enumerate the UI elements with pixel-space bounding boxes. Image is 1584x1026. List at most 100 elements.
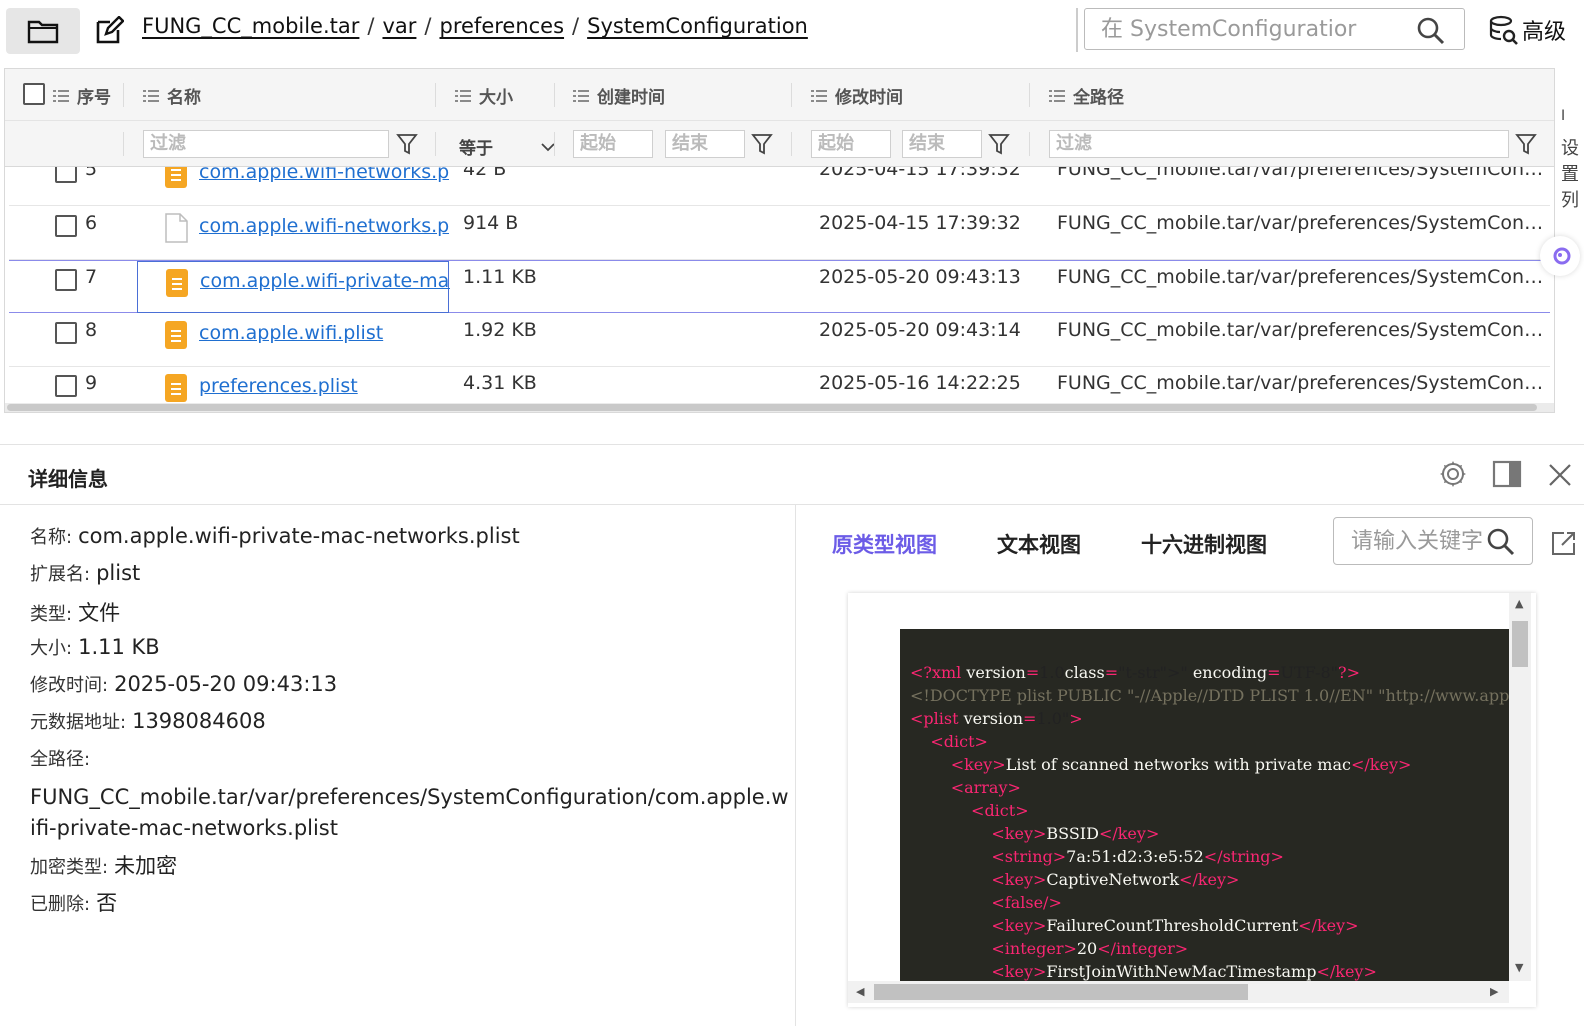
top-toolbar: FUNG_CC_mobile.tar / var / preferences /… xyxy=(0,0,1584,62)
file-name-link[interactable]: com.apple.wifi.plist xyxy=(199,322,449,344)
column-header-size[interactable]: 大小 xyxy=(455,83,513,108)
select-all-checkbox[interactable] xyxy=(23,83,45,105)
advanced-search-icon xyxy=(1489,15,1518,45)
split-panel-icon[interactable] xyxy=(1492,460,1522,488)
column-menu-icon[interactable] xyxy=(53,89,69,103)
breadcrumb-item-root[interactable]: FUNG_CC_mobile.tar xyxy=(142,14,359,38)
column-menu-icon[interactable] xyxy=(143,89,159,103)
column-header-fullpath[interactable]: 全路径 xyxy=(1049,83,1124,108)
file-name-link[interactable]: com.apple.wifi-networks.plist xyxy=(199,167,449,183)
size-operator-select[interactable]: 等于 xyxy=(459,134,555,159)
column-divider[interactable] xyxy=(123,83,124,107)
search-icon[interactable] xyxy=(1486,527,1516,557)
row-checkbox[interactable] xyxy=(55,167,77,183)
code-horizontal-scrollbar[interactable]: ◀ ▶ xyxy=(848,981,1509,1003)
scrollbar-thumb[interactable] xyxy=(1512,621,1528,667)
info-value-name: com.apple.wifi-private-mac-networks.plis… xyxy=(78,524,520,548)
table-horizontal-scrollbar[interactable] xyxy=(5,403,1554,412)
side-panel-edge-text[interactable]: 设 xyxy=(1561,134,1579,160)
folder-search-input[interactable] xyxy=(1085,9,1405,49)
row-checkbox[interactable] xyxy=(55,269,77,291)
tab-text-view[interactable]: 文本视图 xyxy=(997,529,1081,559)
scrollbar-thumb[interactable] xyxy=(874,984,1248,1000)
scroll-down-arrow-icon[interactable]: ▼ xyxy=(1515,961,1523,974)
chevron-down-icon xyxy=(541,142,555,151)
column-divider xyxy=(435,132,436,156)
name-cell[interactable]: com.apple.wifi-private-mac-networks.plis… xyxy=(137,261,450,313)
table-body: 5 com.apple.wifi-networks.plist 42 B 202… xyxy=(5,167,1554,405)
folder-button[interactable] xyxy=(6,8,80,54)
open-external-icon[interactable] xyxy=(1550,529,1576,557)
file-orange-icon xyxy=(165,321,187,349)
close-icon[interactable] xyxy=(1546,461,1574,489)
edit-icon[interactable] xyxy=(94,16,124,46)
column-menu-icon[interactable] xyxy=(811,89,827,103)
info-label-metadata-address: 元数据地址: xyxy=(30,712,127,733)
file-name-link[interactable]: com.apple.wifi-networks.plist xyxy=(199,215,449,237)
column-divider[interactable] xyxy=(791,83,792,107)
code-vertical-scrollbar[interactable]: ▲ ▼ xyxy=(1509,593,1531,981)
name-filter-input[interactable]: 过滤 xyxy=(143,130,389,158)
column-header-modified[interactable]: 修改时间 xyxy=(811,83,903,108)
scrollbar-thumb[interactable] xyxy=(7,404,1537,411)
created-end-input[interactable]: 结束 xyxy=(665,130,745,158)
side-panel-edge-text[interactable]: 列 xyxy=(1561,186,1579,212)
tab-native-view[interactable]: 原类型视图 xyxy=(832,529,937,559)
info-value-encryption: 未加密 xyxy=(114,854,178,878)
folder-icon xyxy=(27,20,59,44)
name-cell[interactable]: com.apple.wifi-networks.plist xyxy=(137,207,449,259)
name-cell[interactable]: com.apple.wifi-networks.plist xyxy=(137,167,449,205)
filter-icon[interactable] xyxy=(988,132,1010,156)
panel-divider[interactable] xyxy=(795,505,796,1026)
column-header-name[interactable]: 名称 xyxy=(143,83,201,108)
column-menu-icon[interactable] xyxy=(1049,89,1065,103)
scroll-right-arrow-icon[interactable]: ▶ xyxy=(1490,985,1498,998)
file-name-link[interactable]: preferences.plist xyxy=(199,375,449,397)
gear-icon[interactable] xyxy=(1438,459,1468,489)
breadcrumb-item-var[interactable]: var xyxy=(382,14,416,38)
file-size: 1.92 KB xyxy=(463,319,537,341)
column-header-created[interactable]: 创建时间 xyxy=(573,83,665,108)
code-content[interactable]: <?xml version=1.0class="t-str">" encodin… xyxy=(900,629,1509,981)
table-row[interactable]: 9 preferences.plist 4.31 KB 2025-05-16 1… xyxy=(9,367,1550,405)
file-blank-icon xyxy=(165,213,188,243)
filter-icon[interactable] xyxy=(751,132,773,156)
row-checkbox[interactable] xyxy=(55,322,77,344)
path-filter-input[interactable]: 过滤 xyxy=(1049,130,1509,158)
name-cell[interactable]: preferences.plist xyxy=(137,367,449,405)
scroll-left-arrow-icon[interactable]: ◀ xyxy=(856,985,864,998)
created-start-input[interactable]: 起始 xyxy=(573,130,653,158)
column-divider[interactable] xyxy=(435,83,436,107)
breadcrumb-item-systemconfiguration[interactable]: SystemConfiguration xyxy=(587,14,808,38)
table-row[interactable]: 6 com.apple.wifi-networks.plist 914 B 20… xyxy=(9,207,1550,260)
search-icon[interactable] xyxy=(1416,16,1446,46)
details-panel: 详细信息 名称: com.apple.wifi-private-mac-netwo… xyxy=(0,444,1584,1026)
code-line: <key>FailureCountThresholdCurrent</key> xyxy=(991,916,1359,935)
name-cell[interactable]: com.apple.wifi.plist xyxy=(137,314,449,366)
table-row[interactable]: 8 com.apple.wifi.plist 1.92 KB 2025-05-2… xyxy=(9,314,1550,367)
filter-icon[interactable] xyxy=(396,132,418,156)
advanced-search-button[interactable]: 高级 xyxy=(1488,14,1566,46)
modified-start-input[interactable]: 起始 xyxy=(811,130,891,158)
table-row-selected[interactable]: 7 com.apple.wifi-private-mac-networks.pl… xyxy=(9,260,1550,313)
table-header-row: 序号 名称 大小 创建时间 修改时间 全路径 xyxy=(5,69,1554,121)
column-header-index[interactable]: 序号 xyxy=(53,83,111,108)
column-menu-icon[interactable] xyxy=(573,89,589,103)
assistant-bubble[interactable] xyxy=(1540,236,1580,276)
breadcrumb-item-preferences[interactable]: preferences xyxy=(440,14,565,38)
row-checkbox[interactable] xyxy=(55,375,77,397)
file-name-link[interactable]: com.apple.wifi-private-mac-networks.plis… xyxy=(200,270,450,292)
keyword-search-input[interactable] xyxy=(1334,518,1484,564)
side-panel-edge-text[interactable]: 置 xyxy=(1561,160,1579,186)
modified-end-input[interactable]: 结束 xyxy=(902,130,982,158)
table-row[interactable]: 5 com.apple.wifi-networks.plist 42 B 202… xyxy=(9,167,1550,206)
info-label-type: 类型: xyxy=(30,604,73,625)
column-divider[interactable] xyxy=(1029,83,1030,107)
scroll-up-arrow-icon[interactable]: ▲ xyxy=(1515,597,1523,610)
tab-hex-view[interactable]: 十六进制视图 xyxy=(1141,529,1267,559)
code-line: <dict> xyxy=(930,732,988,751)
row-checkbox[interactable] xyxy=(55,215,77,237)
column-divider[interactable] xyxy=(554,83,555,107)
column-menu-icon[interactable] xyxy=(455,89,471,103)
filter-icon[interactable] xyxy=(1515,132,1537,156)
